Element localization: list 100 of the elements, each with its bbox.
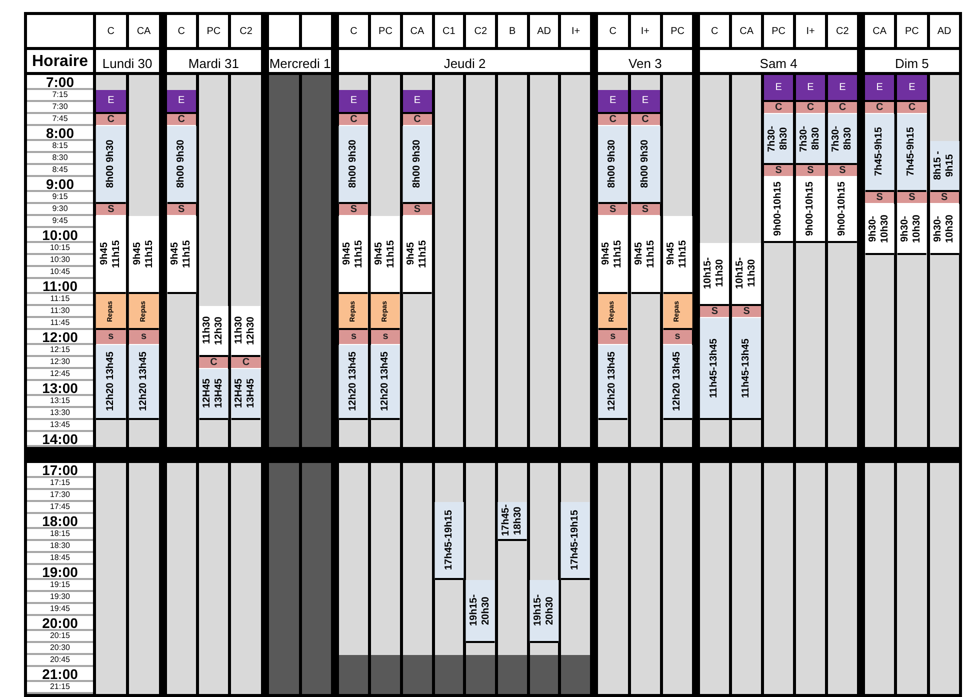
break-block: S (897, 192, 927, 204)
exam-block: E (630, 90, 660, 114)
time-label: 12:30 (27, 357, 93, 369)
header-cell (27, 15, 93, 47)
lesson-block: 12H45 13H45 (199, 369, 228, 420)
lesson-block: 19h15- 20h30 (530, 580, 558, 643)
exam-block: E (402, 90, 432, 114)
lesson-block: 12h20 13h45 (96, 345, 126, 420)
exam-block: E (864, 75, 894, 102)
column-header: C2 (231, 15, 261, 47)
closed-block (339, 655, 368, 694)
lesson-block: 7h30- 8h30 (828, 114, 857, 165)
time-label: 8:00 (27, 126, 93, 141)
column-header: C (96, 15, 126, 47)
time-label: 17:00 (27, 463, 93, 478)
session-block: 9h45 11h15 (96, 216, 126, 294)
lesson-block: 7h30- 8h30 (764, 114, 794, 165)
break-block: S (828, 165, 857, 177)
time-label: 19:30 (27, 592, 93, 604)
day-heading: Sam 4 (700, 50, 857, 72)
column-header: I+ (561, 15, 590, 47)
break-block: S (764, 165, 794, 177)
lesson-block: 8h00 9h30 (166, 126, 196, 204)
time-label: 20:45 (27, 655, 93, 667)
column-header: CA (402, 15, 432, 47)
session-block: 9h45 11h15 (402, 216, 432, 294)
time-label: 7:15 (27, 90, 93, 102)
time-label: 17:45 (27, 502, 93, 514)
column-heading: Horaire (27, 50, 93, 72)
closed-block (530, 655, 558, 694)
time-label: 10:00 (27, 228, 93, 243)
time-label: 11:15 (27, 294, 93, 306)
column-header: C2 (828, 15, 857, 47)
closed-block (434, 655, 464, 694)
break-block: S (864, 192, 894, 204)
time-label: 12:00 (27, 330, 93, 345)
exam-block: E (166, 90, 196, 114)
exam-block: E (796, 75, 825, 102)
time-label: 13:30 (27, 408, 93, 420)
time-label: 10:30 (27, 255, 93, 267)
time-label: 21:00 (27, 667, 93, 682)
break-block: C (339, 114, 368, 126)
lesson-block: 11h45-13h45 (732, 318, 762, 420)
lesson-block: 8h00 9h30 (630, 126, 660, 204)
lesson-block: 8h00 9h30 (339, 126, 368, 204)
lesson-block: 11h45-13h45 (700, 318, 730, 420)
time-label: 7:30 (27, 102, 93, 114)
day-heading: Mercredi 1 (268, 50, 332, 72)
break-block: C (96, 114, 126, 126)
break-block: S (96, 204, 126, 216)
break-block: S (166, 204, 196, 216)
lesson-block: 12h20 13h45 (371, 345, 400, 420)
column-header: AD (930, 15, 959, 47)
lesson-block: 12H45 13H45 (231, 369, 261, 420)
time-label: 7:45 (27, 114, 93, 126)
session-block: 9h45 11h15 (662, 216, 692, 294)
day-heading: Lundi 30 (96, 50, 159, 72)
session-block: 9h45 11h15 (371, 216, 400, 294)
time-label: 14:00 (27, 432, 93, 447)
break-block: C (764, 102, 794, 114)
break-block: s (128, 330, 159, 345)
session-block: 10h15- 11h30 (732, 243, 762, 306)
time-label: 19:45 (27, 604, 93, 616)
column-header: CA (864, 15, 894, 47)
closed-block (371, 655, 400, 694)
break-block: S (930, 192, 959, 204)
time-label: 7:00 (27, 75, 93, 90)
time-label: 18:45 (27, 553, 93, 565)
session-block: 9h30- 10h30 (897, 204, 927, 255)
exam-block: E (96, 90, 126, 114)
session-block: 9h30- 10h30 (864, 204, 894, 255)
break-block: C (166, 114, 196, 126)
column-header: B (498, 15, 527, 47)
time-label: 19:00 (27, 565, 93, 580)
time-label: 20:30 (27, 643, 93, 655)
time-label: 13:45 (27, 420, 93, 432)
exam-block: E (764, 75, 794, 102)
session-block: 9h45 11h15 (630, 216, 660, 294)
time-label: 8:15 (27, 141, 93, 153)
break-block: s (662, 330, 692, 345)
session-block: 9h00-10h15 (828, 177, 857, 243)
header-cell (268, 15, 299, 47)
session-block: 9h45 11h15 (128, 216, 159, 294)
lesson-block: 12h20 13h45 (598, 345, 628, 420)
time-label: 18:00 (27, 514, 93, 529)
lesson-block: 17h45- 18h30 (498, 502, 527, 541)
lesson-block: 12h20 13h45 (128, 345, 159, 420)
time-label: 20:15 (27, 631, 93, 643)
time-label: 11:30 (27, 306, 93, 318)
exam-block: E (598, 90, 628, 114)
time-label: 9:30 (27, 204, 93, 216)
time-label: 8:45 (27, 165, 93, 177)
session-block: 11h30 12h30 (231, 306, 261, 357)
session-block: 10h15- 11h30 (700, 243, 730, 306)
exam-block: E (828, 75, 857, 102)
column-header: C (166, 15, 196, 47)
lesson-block: 8h15 - 9h15 (930, 141, 959, 192)
lesson-block: 8h00 9h30 (96, 126, 126, 204)
lesson-block: 7h45-9h15 (864, 114, 894, 192)
header-cell (302, 15, 332, 47)
